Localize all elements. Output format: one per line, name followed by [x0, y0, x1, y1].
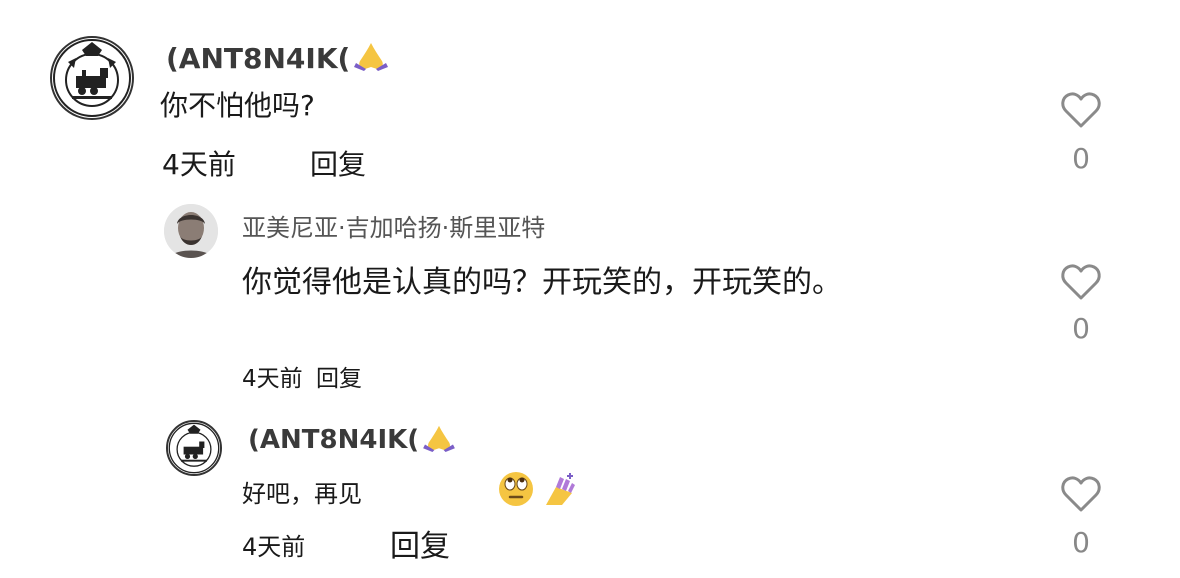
- pray-emoji-icon: [423, 424, 456, 456]
- like-button[interactable]: [1060, 474, 1102, 514]
- like-button[interactable]: [1060, 262, 1102, 302]
- like-count: 0: [1072, 526, 1090, 559]
- avatar[interactable]: [164, 204, 218, 258]
- comment-time: 4天前: [242, 533, 306, 561]
- reply-button[interactable]: 回复: [310, 146, 366, 184]
- comment-text: 你觉得他是认真的吗？开玩笑的，开玩笑的。: [242, 265, 842, 300]
- like-count: 0: [1072, 312, 1090, 345]
- nail-polish-emoji-icon: [542, 471, 578, 511]
- heart-icon: [1061, 92, 1101, 128]
- reply-button[interactable]: 回复: [316, 366, 362, 392]
- heart-icon: [1061, 264, 1101, 300]
- avatar[interactable]: [50, 36, 134, 120]
- eye-roll-emoji-icon: [498, 471, 534, 511]
- person-photo-icon: [164, 204, 218, 258]
- pray-emoji-icon: [354, 41, 389, 75]
- username[interactable]: 亚美尼亚·吉加哈扬·斯里亚特: [242, 212, 545, 244]
- username[interactable]: (ANT8N4IK(: [248, 425, 419, 455]
- comment-time: 4天前: [242, 366, 303, 392]
- heart-icon: [1061, 476, 1101, 512]
- reply-button[interactable]: 回复: [390, 528, 450, 566]
- train-logo-icon: [168, 422, 220, 474]
- username[interactable]: (ANT8N4IK(: [166, 42, 350, 75]
- like-count: 0: [1072, 142, 1090, 175]
- train-logo-icon: [53, 39, 131, 117]
- comment-text: 你不怕他吗?: [160, 89, 315, 122]
- like-button[interactable]: [1060, 90, 1102, 130]
- avatar[interactable]: [166, 420, 222, 476]
- comment-text: 好吧，再见: [242, 479, 362, 508]
- comment-time: 4天前: [162, 148, 236, 181]
